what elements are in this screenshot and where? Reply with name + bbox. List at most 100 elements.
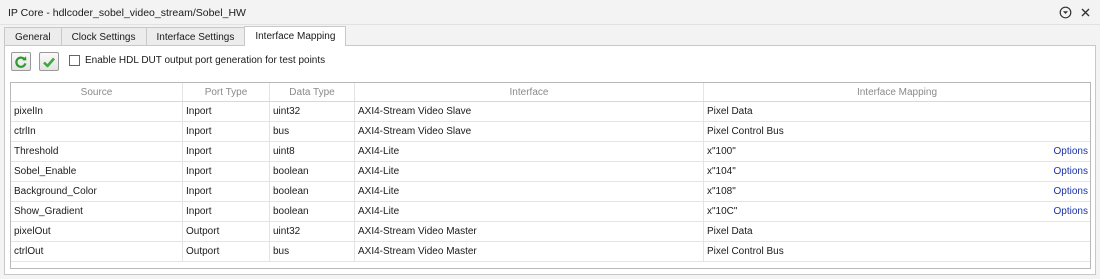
data-type-cell-text: boolean	[273, 206, 309, 217]
interface-mapping-cell[interactable]: Pixel Data	[704, 102, 1090, 121]
port-type-cell-text: Inport	[186, 186, 212, 197]
interface-cell[interactable]: AXI4-Stream Video Slave	[355, 102, 704, 121]
port-type-cell: Inport	[183, 182, 270, 201]
source-cell-text: Threshold	[14, 146, 59, 157]
interface-cell-text: AXI4-Stream Video Slave	[358, 106, 472, 117]
close-icon[interactable]	[1078, 5, 1092, 19]
interface-mapping-cell-text: x"10C"	[707, 206, 738, 217]
interface-cell[interactable]: AXI4-Lite	[355, 182, 704, 201]
interface-mapping-cell[interactable]: x"108" Options	[704, 182, 1090, 201]
data-type-cell: bus	[270, 122, 355, 141]
source-cell: Threshold	[11, 142, 183, 161]
interface-cell[interactable]: AXI4-Lite	[355, 142, 704, 161]
options-link[interactable]: Options	[1054, 142, 1088, 161]
table-row[interactable]: Show_Gradient Inport boolean AXI4-Lite x"10C…	[11, 202, 1090, 222]
data-type-cell-text: boolean	[273, 186, 309, 197]
interface-cell-text: AXI4-Stream Video Master	[358, 246, 477, 257]
source-cell-text: Show_Gradient	[14, 206, 83, 217]
interface-cell[interactable]: AXI4-Lite	[355, 162, 704, 181]
data-type-cell: boolean	[270, 182, 355, 201]
data-type-cell: uint8	[270, 142, 355, 161]
table-row[interactable]: pixelOut Outport uint32 AXI4-Stream Video M…	[11, 222, 1090, 242]
data-type-cell-text: bus	[273, 126, 290, 137]
interface-mapping-table: Source Port Type Data Type Interface Int…	[10, 82, 1091, 269]
interface-mapping-cell[interactable]: Pixel Control Bus	[704, 122, 1090, 141]
options-link[interactable]: Options	[1054, 182, 1088, 201]
interface-mapping-cell-text: x"100"	[707, 146, 736, 157]
interface-mapping-panel: Enable HDL DUT output port generation fo…	[4, 45, 1096, 275]
interface-cell-text: AXI4-Stream Video Slave	[358, 126, 472, 137]
interface-mapping-cell[interactable]: Pixel Data	[704, 222, 1090, 241]
port-type-cell: Outport	[183, 222, 270, 241]
interface-cell[interactable]: AXI4-Stream Video Master	[355, 222, 704, 241]
interface-cell[interactable]: AXI4-Stream Video Master	[355, 242, 704, 261]
port-type-cell-text: Inport	[186, 206, 212, 217]
port-type-cell: Inport	[183, 162, 270, 181]
table-row[interactable]: Sobel_Enable Inport boolean AXI4-Lite x"104"…	[11, 162, 1090, 182]
refresh-icon	[15, 55, 27, 68]
port-type-cell: Inport	[183, 122, 270, 141]
port-type-cell-text: Inport	[186, 126, 212, 137]
source-cell: pixelIn	[11, 102, 183, 121]
expand-circle-icon[interactable]	[1058, 5, 1072, 19]
interface-cell-text: AXI4-Lite	[358, 146, 400, 157]
data-type-cell: bus	[270, 242, 355, 261]
interface-mapping-cell-text: Pixel Control Bus	[707, 126, 784, 137]
interface-cell-text: AXI4-Lite	[358, 186, 400, 197]
checkmark-icon	[43, 57, 55, 67]
table-row[interactable]: Background_Color Inport boolean AXI4-Lite x"…	[11, 182, 1090, 202]
column-header-data-type[interactable]: Data Type	[270, 83, 355, 101]
port-type-cell: Outport	[183, 242, 270, 261]
data-type-cell-text: bus	[273, 246, 290, 257]
refresh-button[interactable]	[11, 52, 31, 71]
port-type-cell-text: Outport	[186, 246, 220, 257]
source-cell-text: ctrlIn	[14, 126, 36, 137]
port-type-cell: Inport	[183, 142, 270, 161]
validate-button[interactable]	[39, 52, 59, 71]
data-type-cell-text: uint32	[273, 106, 301, 117]
source-cell-text: ctrlOut	[14, 246, 44, 257]
tab-bar: General Clock Settings Interface Setting…	[4, 26, 347, 46]
interface-mapping-cell[interactable]: Pixel Control Bus	[704, 242, 1090, 261]
column-header-port-type[interactable]: Port Type	[183, 83, 270, 101]
table-row[interactable]: ctrlIn Inport bus AXI4-Stream Video Slave Pi…	[11, 122, 1090, 142]
enable-test-points-checkbox[interactable]	[69, 55, 80, 66]
data-type-cell: uint32	[270, 222, 355, 241]
interface-mapping-cell[interactable]: x"104" Options	[704, 162, 1090, 181]
options-link[interactable]: Options	[1054, 162, 1088, 181]
table-header: Source Port Type Data Type Interface Int…	[11, 83, 1090, 102]
column-header-interface-mapping[interactable]: Interface Mapping	[704, 83, 1090, 101]
port-type-cell-text: Inport	[186, 146, 212, 157]
interface-cell[interactable]: AXI4-Stream Video Slave	[355, 122, 704, 141]
tab-clock-settings[interactable]: Clock Settings	[60, 27, 147, 46]
column-header-interface[interactable]: Interface	[355, 83, 704, 101]
interface-mapping-cell-text: Pixel Data	[707, 106, 753, 117]
data-type-cell-text: uint8	[273, 146, 295, 157]
port-type-cell-text: Inport	[186, 106, 212, 117]
source-cell: ctrlIn	[11, 122, 183, 141]
source-cell: ctrlOut	[11, 242, 183, 261]
table-row[interactable]: pixelIn Inport uint32 AXI4-Stream Video Sla…	[11, 102, 1090, 122]
tab-interface-mapping[interactable]: Interface Mapping	[244, 26, 347, 46]
source-cell: Background_Color	[11, 182, 183, 201]
interface-cell-text: AXI4-Lite	[358, 166, 400, 177]
interface-mapping-cell[interactable]: x"10C" Options	[704, 202, 1090, 221]
interface-mapping-cell-text: x"104"	[707, 166, 736, 177]
interface-mapping-cell[interactable]: x"100" Options	[704, 142, 1090, 161]
data-type-cell-text: boolean	[273, 166, 309, 177]
port-type-cell-text: Inport	[186, 166, 212, 177]
window-title: IP Core - hdlcoder_sobel_video_stream/So…	[8, 7, 246, 19]
options-link[interactable]: Options	[1054, 202, 1088, 221]
data-type-cell: boolean	[270, 202, 355, 221]
port-type-cell: Inport	[183, 202, 270, 221]
column-header-source[interactable]: Source	[11, 83, 183, 101]
table-row[interactable]: Threshold Inport uint8 AXI4-Lite x"100" Optio…	[11, 142, 1090, 162]
tab-general[interactable]: General	[4, 27, 62, 46]
source-cell: Sobel_Enable	[11, 162, 183, 181]
interface-mapping-cell-text: x"108"	[707, 186, 736, 197]
tab-interface-settings[interactable]: Interface Settings	[145, 27, 246, 46]
table-row[interactable]: ctrlOut Outport bus AXI4-Stream Video Maste…	[11, 242, 1090, 262]
interface-cell-text: AXI4-Stream Video Master	[358, 226, 477, 237]
interface-cell[interactable]: AXI4-Lite	[355, 202, 704, 221]
data-type-cell-text: uint32	[273, 226, 301, 237]
